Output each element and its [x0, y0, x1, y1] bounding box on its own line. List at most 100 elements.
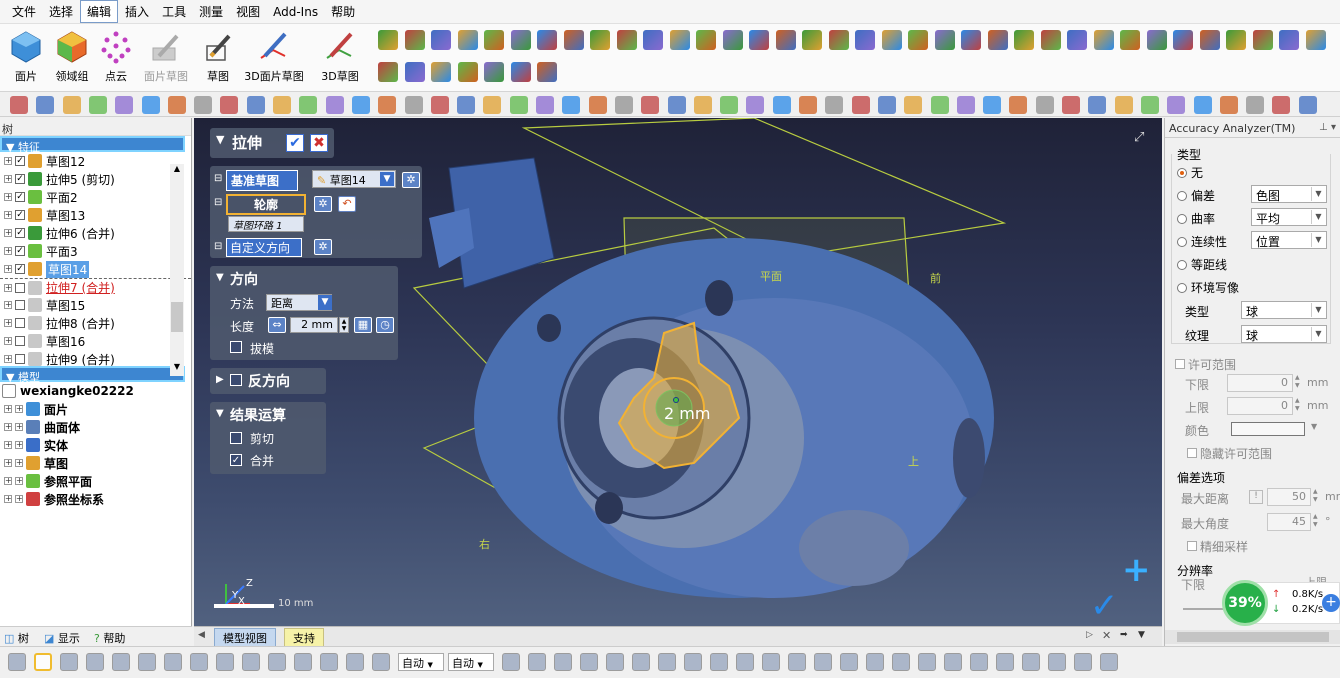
view-front-icon[interactable] — [983, 96, 1002, 114]
upper-limit-input[interactable]: 0 — [1227, 397, 1293, 415]
save-icon[interactable] — [614, 96, 633, 114]
visibility-checkbox[interactable] — [15, 300, 25, 310]
zoom-fit-icon[interactable] — [904, 96, 923, 114]
select-all-icon[interactable] — [825, 96, 844, 114]
hscroll-thumb[interactable] — [1177, 632, 1329, 642]
snap-icon[interactable] — [372, 653, 390, 671]
export-icon[interactable] — [1246, 96, 1265, 114]
cut-checkbox[interactable] — [230, 432, 242, 444]
pin-icon[interactable]: ⊥ — [1319, 122, 1328, 133]
align-tool-icon[interactable] — [908, 30, 928, 50]
point-cloud-button[interactable]: 点云 — [94, 28, 138, 88]
tabs-menu-icon[interactable]: ▼ — [1138, 630, 1145, 640]
save-icon[interactable] — [62, 96, 81, 114]
max-distance-spinner-icon[interactable]: ▲ ▼ — [1313, 488, 1318, 504]
zoom-fit-icon[interactable] — [351, 96, 370, 114]
offset-tool-icon[interactable] — [1279, 30, 1299, 50]
move-tool-icon[interactable] — [775, 30, 796, 50]
print-icon[interactable] — [641, 96, 660, 114]
cube-icon[interactable] — [536, 96, 554, 114]
boolean-tool-icon[interactable] — [1305, 30, 1326, 50]
undo-icon[interactable] — [167, 96, 186, 114]
expand-icon[interactable]: + — [4, 459, 12, 467]
model-item[interactable]: + + 实体 — [0, 436, 191, 454]
expand-icon[interactable]: + — [15, 423, 23, 431]
tab-tree[interactable]: ◫ 树 — [4, 630, 29, 646]
pattern-tool-icon[interactable] — [1199, 30, 1220, 50]
base-sketch-dropdown-icon[interactable]: ▼ — [380, 172, 394, 186]
feature-row[interactable]: + ✓ 平面2 — [0, 188, 191, 206]
rotate-tool-icon[interactable] — [1120, 30, 1140, 50]
tab-model-view[interactable]: 模型视图 — [214, 628, 276, 648]
upper-spinner-icon[interactable]: ▲ ▼ — [1295, 397, 1300, 413]
expand-icon[interactable]: + — [4, 211, 12, 219]
align-tool-icon[interactable] — [1226, 30, 1246, 50]
hide-tolerance-checkbox[interactable]: 隐藏许可范围 — [1187, 445, 1272, 462]
redo-icon[interactable] — [1298, 96, 1317, 114]
contour-expand-icon[interactable]: ⊟ — [214, 197, 222, 208]
lasso-select-icon[interactable] — [294, 653, 312, 671]
line-tool-icon[interactable] — [1040, 30, 1061, 50]
zoom-icon[interactable] — [851, 96, 870, 114]
export-icon[interactable] — [693, 96, 712, 114]
select-all-icon[interactable] — [273, 96, 291, 114]
draft-checkbox[interactable] — [230, 341, 242, 353]
lower-limit-input[interactable]: 0 — [1227, 374, 1293, 392]
move-tool-icon[interactable] — [457, 62, 478, 82]
offset-tool-icon[interactable] — [643, 30, 663, 50]
analyzer-option[interactable]: 偏差 — [1177, 187, 1215, 204]
visibility-checkbox[interactable] — [15, 318, 25, 328]
plane-tool-icon[interactable] — [378, 62, 398, 82]
expand-icon[interactable]: + — [4, 157, 12, 165]
selection-mode-icon[interactable] — [1048, 653, 1066, 671]
zoom-window-icon[interactable] — [877, 96, 896, 114]
point-tool-icon[interactable] — [749, 30, 769, 50]
3d-viewport[interactable]: 2 mm 平面 前 上 右 ⤢ ✓ + Z Y X 10 mm ▼ 拉伸 ✔ ✖… — [194, 118, 1162, 626]
paint-select-icon[interactable] — [944, 653, 962, 671]
tolerance-checkbox[interactable]: 许可范围 — [1175, 356, 1236, 373]
pattern-tool-icon[interactable] — [563, 30, 584, 50]
cube-icon[interactable] — [1088, 96, 1107, 114]
mirror-tool-icon[interactable] — [537, 30, 557, 50]
rotate-tool-icon[interactable] — [802, 30, 822, 50]
analyzer-option[interactable]: 等距线 — [1177, 256, 1227, 273]
menu-tools[interactable]: 工具 — [156, 1, 192, 22]
visibility-checkbox[interactable] — [15, 354, 25, 364]
new-file-icon[interactable] — [1114, 96, 1133, 114]
open-file-icon[interactable] — [36, 96, 55, 114]
select-icon[interactable] — [246, 96, 265, 114]
base-sketch-expand-icon[interactable]: ⊟ — [214, 173, 222, 184]
redo-icon[interactable] — [194, 96, 213, 114]
base-sketch-clear-button[interactable]: ✲ — [402, 172, 420, 188]
length-calc-button[interactable]: ▦ — [354, 317, 372, 333]
lasso-select-icon[interactable] — [710, 653, 728, 671]
cpu-gauge[interactable]: 39% — [1222, 580, 1268, 626]
selection-mode-icon[interactable] — [840, 653, 858, 671]
circle-select-icon[interactable] — [1100, 653, 1118, 671]
radio-button[interactable] — [1177, 260, 1187, 270]
result-collapse-icon[interactable]: ▼ — [216, 408, 224, 419]
expand-icon[interactable]: + — [15, 459, 23, 467]
paint-select-icon[interactable] — [528, 653, 546, 671]
grid-icon[interactable] — [1022, 653, 1040, 671]
max-angle-input[interactable]: 45 — [1267, 513, 1311, 531]
tab-display[interactable]: ◪ 显示 — [44, 630, 80, 646]
redo-icon[interactable] — [746, 96, 765, 114]
custom-direction-clear-button[interactable]: ✲ — [314, 239, 332, 255]
analyzer-option[interactable]: 连续性 — [1177, 233, 1227, 250]
expand-icon[interactable]: + — [4, 265, 12, 273]
import-icon[interactable] — [667, 96, 686, 114]
feature-row[interactable]: + 拉伸8 (合并) — [0, 314, 191, 332]
visibility-checkbox[interactable]: ✓ — [15, 174, 25, 184]
mesh-sketch-button[interactable]: 面片草图 — [144, 28, 188, 88]
fit-tool-icon[interactable] — [934, 30, 955, 50]
new-file-icon[interactable] — [10, 96, 28, 114]
features-header[interactable]: ▼ 特征 — [0, 136, 185, 154]
move-tool-icon[interactable] — [1093, 30, 1114, 50]
fit-tool-icon[interactable] — [1252, 30, 1273, 50]
env-texture-select[interactable]: 球 ▼ — [1241, 325, 1327, 343]
menu-addins[interactable]: Add-Ins — [267, 3, 324, 21]
plane-tool-icon[interactable] — [378, 30, 398, 50]
feature-row[interactable]: + 草图16 — [0, 332, 191, 350]
contour-undo-button[interactable]: ↶ — [338, 196, 356, 212]
